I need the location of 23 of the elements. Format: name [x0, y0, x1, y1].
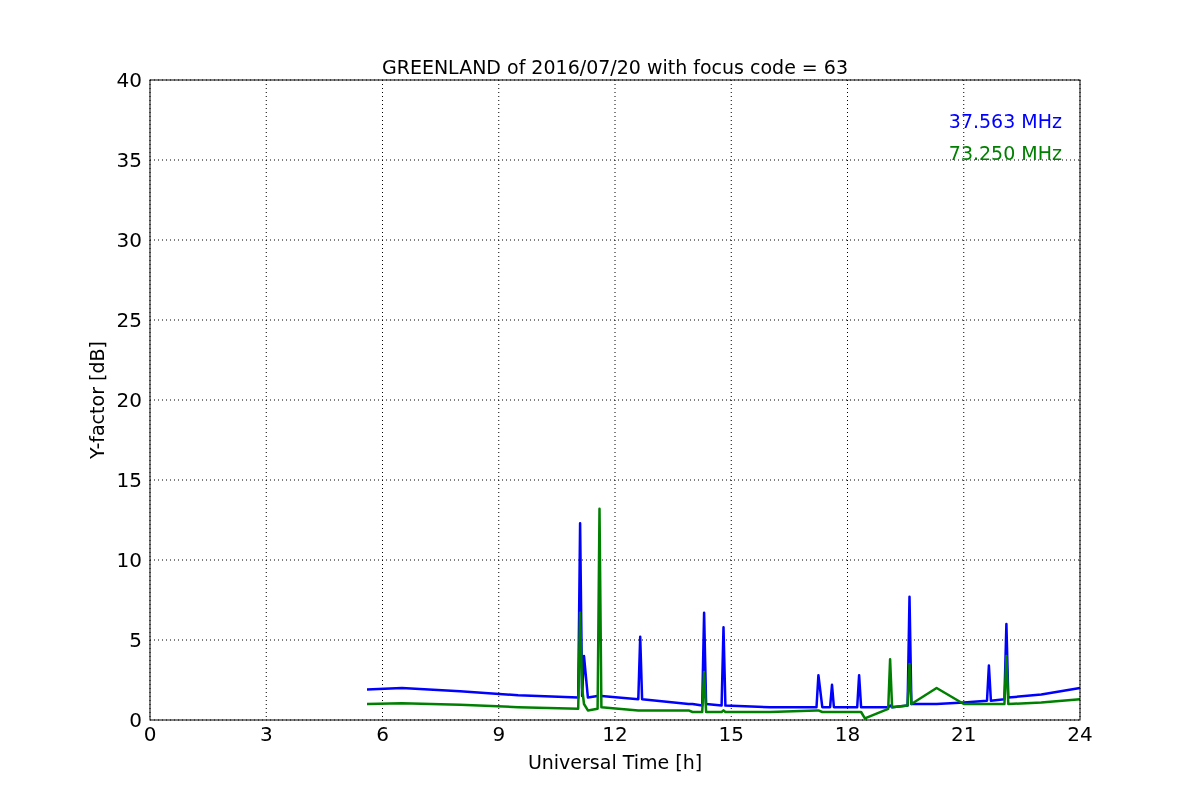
y-tick-label: 15 — [116, 468, 142, 492]
y-tick-label: 5 — [129, 628, 142, 652]
y-tick-label: 20 — [116, 388, 142, 412]
y-tick-label: 25 — [116, 308, 142, 332]
x-tick-label: 6 — [376, 722, 389, 747]
legend-label: 73.250 MHz — [948, 142, 1062, 164]
x-axis-label: Universal Time [h] — [527, 751, 703, 773]
x-tick-label: 0 — [143, 722, 157, 747]
x-tick-label: 21 — [951, 722, 977, 747]
chart-title: GREENLAND of 2016/07/20 with focus code = 63 — [382, 56, 848, 78]
legend-label: 37.563 MHz — [948, 110, 1062, 132]
x-tick-label: 24 — [1067, 722, 1093, 747]
y-tick-label: 0 — [129, 708, 142, 732]
y-tick-label: 30 — [116, 228, 142, 252]
y-tick-label: 40 — [116, 68, 142, 92]
x-tick-label: 12 — [602, 722, 628, 747]
y-tick-label: 10 — [116, 548, 142, 572]
y-axis-label: Y-factor [dB] — [86, 341, 108, 459]
x-tick-label: 15 — [718, 722, 744, 747]
y-tick-label: 35 — [116, 148, 142, 172]
x-tick-label: 9 — [492, 722, 506, 747]
x-tick-label: 18 — [834, 722, 861, 747]
x-tick-label: 3 — [259, 722, 273, 747]
